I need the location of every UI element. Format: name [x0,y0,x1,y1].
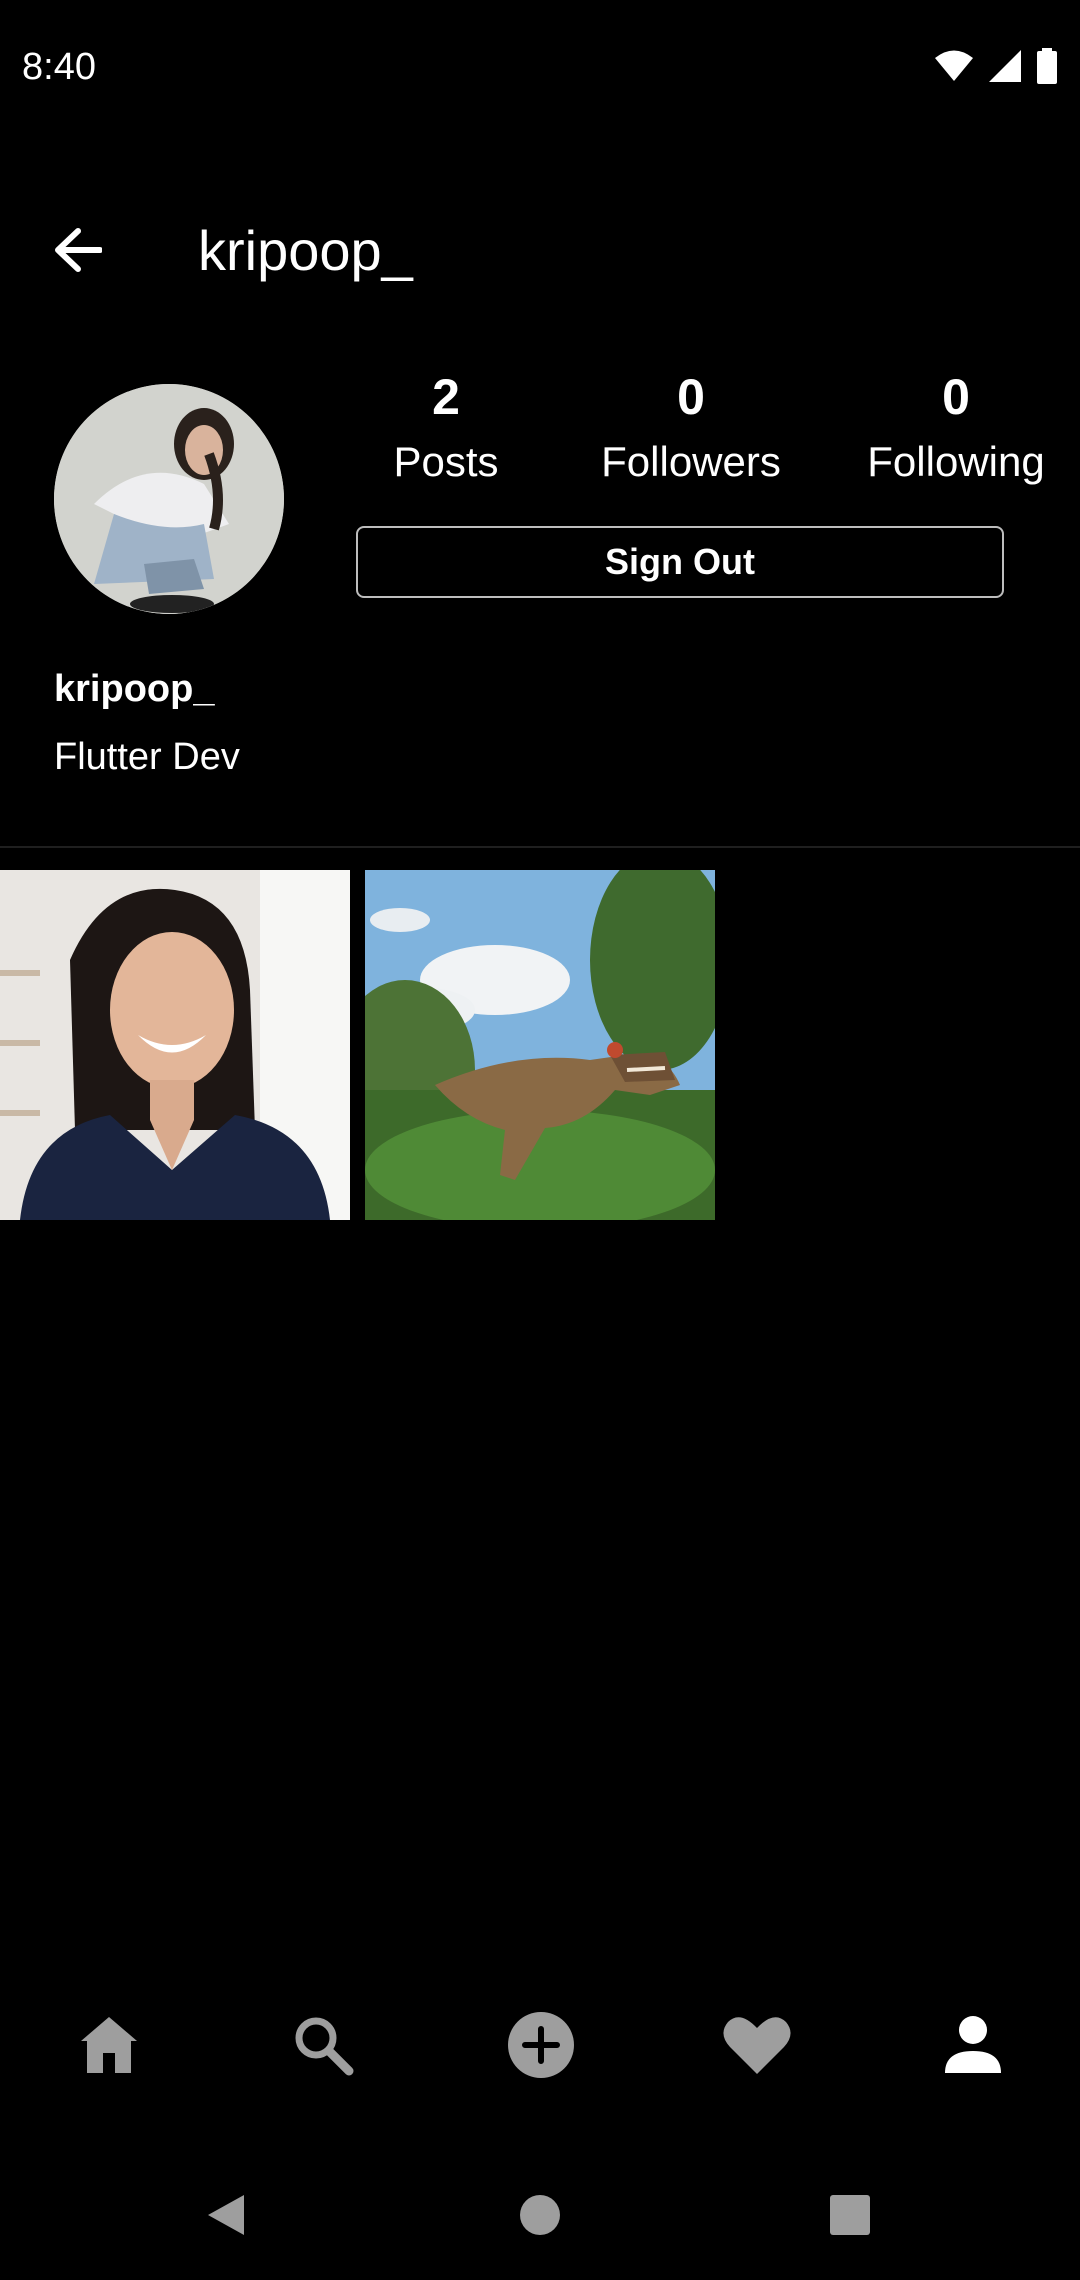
stat-following[interactable]: 0 Following [826,362,1080,492]
add-circle-icon [508,2012,574,2078]
bio: Flutter Dev [54,736,240,778]
battery-icon [1037,48,1057,84]
nav-home[interactable] [64,2000,154,2090]
divider [0,846,1080,848]
post-thumbnail[interactable] [365,870,715,1220]
dinosaur-statue-photo [365,870,715,1220]
stat-posts[interactable]: 2 Posts [356,362,536,492]
avatar [54,384,284,614]
bottom-nav [0,1990,1080,2100]
home-icon [81,2017,137,2073]
status-time: 8:40 [22,46,96,88]
system-back-button[interactable] [196,2185,256,2245]
system-nav [0,2170,1080,2260]
recents-square-icon [830,2195,870,2235]
status-bar: 8:40 [0,0,1080,140]
screen: 8:40 kripoop_ 2 Posts 0 Followers 0 Foll… [0,0,1080,2280]
following-count: 0 [942,369,970,425]
nav-likes[interactable] [712,2000,802,2090]
following-label: Following [867,438,1045,485]
back-button[interactable] [48,220,108,280]
sign-out-button[interactable]: Sign Out [356,526,1004,598]
nav-add[interactable] [496,2000,586,2090]
back-triangle-icon [208,2195,244,2235]
cell-signal-icon [989,50,1021,82]
profile-stats: 2 Posts 0 Followers 0 Following [356,362,1046,492]
app-bar: kripoop_ [0,200,1080,300]
posts-label: Posts [393,438,499,485]
profile-photo [54,384,284,614]
system-recents-button[interactable] [820,2185,880,2245]
system-home-button[interactable] [510,2185,570,2245]
search-icon [295,2017,354,2076]
nav-profile[interactable] [928,2000,1018,2090]
person-icon [945,2016,1001,2073]
page-title: kripoop_ [198,219,413,282]
stat-followers[interactable]: 0 Followers [566,362,816,492]
username: kripoop_ [54,668,215,710]
followers-label: Followers [601,438,781,485]
home-circle-icon [520,2195,560,2235]
posts-count: 2 [432,369,460,425]
heart-icon [723,2017,791,2074]
wifi-icon [935,50,973,81]
post-thumbnail[interactable] [0,870,350,1220]
smiling-woman-photo [0,870,350,1220]
status-icons [934,48,1058,84]
followers-count: 0 [677,369,705,425]
nav-search[interactable] [278,2000,368,2090]
arrow-back-icon [55,228,102,272]
